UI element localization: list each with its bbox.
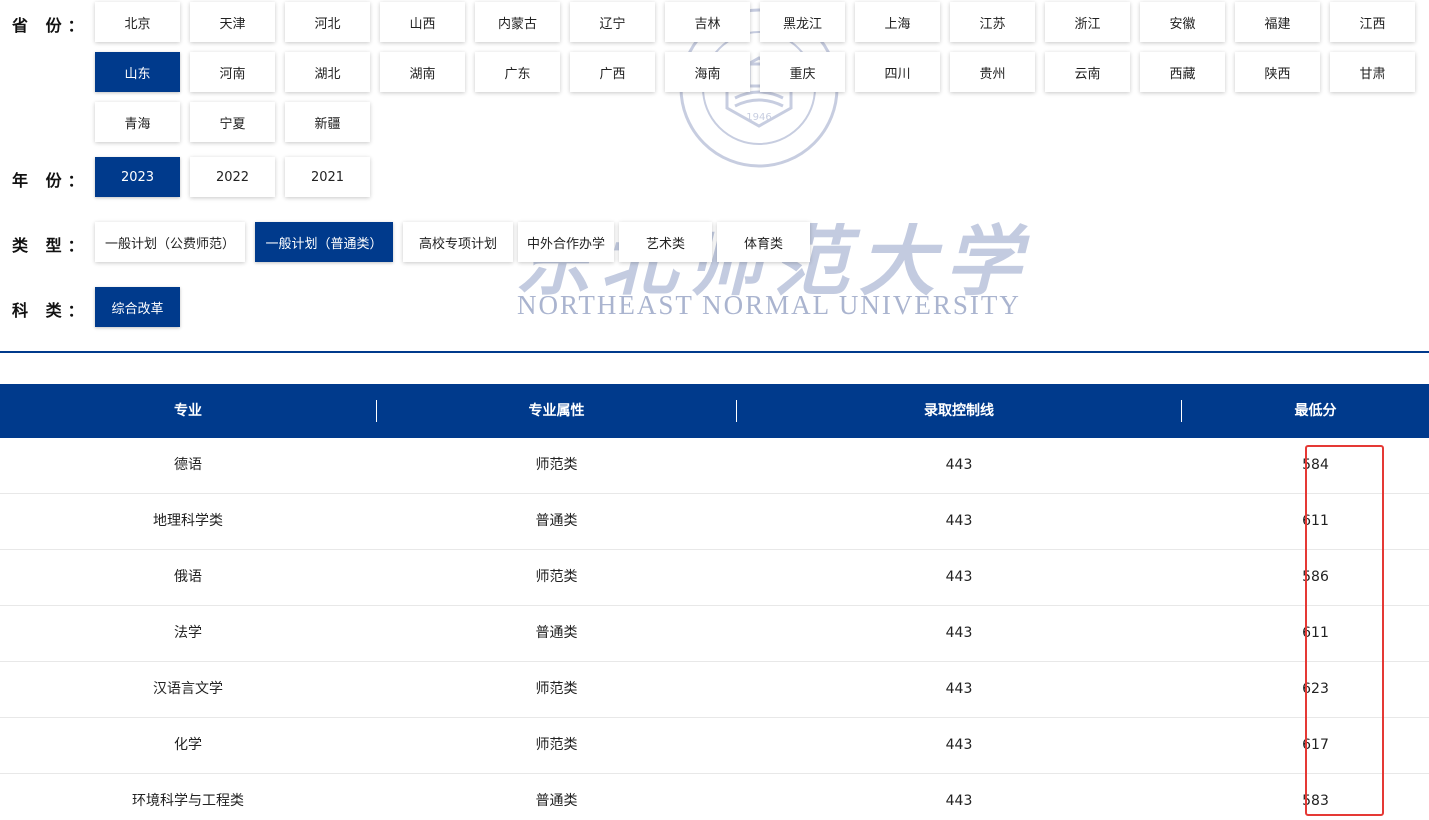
cell-major: 环境科学与工程类	[132, 793, 244, 809]
year-option[interactable]: 2022	[190, 157, 275, 197]
province-option[interactable]: 河南	[190, 52, 275, 92]
cell-major-attribute: 普通类	[535, 793, 578, 809]
cell-major-attribute: 师范类	[535, 681, 578, 697]
cell-major-attribute: 师范类	[535, 737, 578, 753]
province-option[interactable]: 宁夏	[190, 102, 275, 142]
year-label: 年 份：	[12, 171, 90, 190]
header-major: 专业	[174, 403, 202, 419]
table-row: 汉语言文学 师范类 443 623	[0, 662, 1429, 718]
table-header: 专业 专业属性 录取控制线 最低分	[0, 384, 1429, 438]
category-label: 科 类：	[12, 301, 90, 320]
province-option[interactable]: 江西	[1330, 2, 1415, 42]
type-label: 类 型：	[12, 236, 90, 255]
province-option[interactable]: 黑龙江	[760, 2, 845, 42]
province-option[interactable]: 云南	[1045, 52, 1130, 92]
cell-control-line: 443	[945, 737, 973, 753]
year-option[interactable]: 2021	[285, 157, 370, 197]
province-option[interactable]: 天津	[190, 2, 275, 42]
cell-major: 地理科学类	[153, 513, 223, 529]
table-row: 俄语 师范类 443 586	[0, 550, 1429, 606]
cell-major-attribute: 师范类	[535, 457, 578, 473]
cell-control-line: 443	[945, 513, 973, 529]
province-option[interactable]: 湖南	[380, 52, 465, 92]
admission-scores-page: 1946 东北师范大学 NORTHEAST NORMAL UNIVERSITY …	[0, 0, 1429, 820]
cell-control-line: 443	[945, 625, 973, 641]
province-option[interactable]: 江苏	[950, 2, 1035, 42]
province-option[interactable]: 青海	[95, 102, 180, 142]
cell-major: 俄语	[174, 569, 202, 585]
cell-major: 化学	[174, 737, 202, 753]
type-option[interactable]: 体育类	[717, 222, 810, 262]
cell-major-attribute: 师范类	[535, 569, 578, 585]
province-option[interactable]: 贵州	[950, 52, 1035, 92]
province-option[interactable]: 广西	[570, 52, 655, 92]
scores-table: 专业 专业属性 录取控制线 最低分 德语 师范类 443 584 地理科学类 普通类 443…	[0, 384, 1429, 820]
table-row: 环境科学与工程类 普通类 443 583	[0, 774, 1429, 820]
province-option[interactable]: 北京	[95, 2, 180, 42]
province-option[interactable]: 福建	[1235, 2, 1320, 42]
province-option[interactable]: 甘肃	[1330, 52, 1415, 92]
table-row: 法学 普通类 443 611	[0, 606, 1429, 662]
cell-major-attribute: 普通类	[535, 625, 578, 641]
cell-major-attribute: 普通类	[535, 513, 578, 529]
province-option[interactable]: 陕西	[1235, 52, 1320, 92]
year-option[interactable]: 2023	[95, 157, 180, 197]
cell-major: 德语	[174, 457, 202, 473]
province-option[interactable]: 海南	[665, 52, 750, 92]
type-option[interactable]: 一般计划（普通类）	[255, 222, 393, 262]
table-row: 德语 师范类 443 584	[0, 438, 1429, 494]
type-option[interactable]: 一般计划（公费师范）	[95, 222, 245, 262]
type-option[interactable]: 艺术类	[619, 222, 712, 262]
province-option[interactable]: 山西	[380, 2, 465, 42]
province-option[interactable]: 西藏	[1140, 52, 1225, 92]
province-option[interactable]: 上海	[855, 2, 940, 42]
header-control-line: 录取控制线	[924, 403, 994, 419]
province-option[interactable]: 浙江	[1045, 2, 1130, 42]
province-option[interactable]: 新疆	[285, 102, 370, 142]
cell-control-line: 443	[945, 793, 973, 809]
province-option[interactable]: 辽宁	[570, 2, 655, 42]
header-major-attribute: 专业属性	[528, 403, 585, 419]
header-min-score: 最低分	[1294, 403, 1337, 419]
section-divider	[0, 351, 1429, 353]
province-label: 省 份：	[12, 16, 90, 35]
type-option[interactable]: 高校专项计划	[403, 222, 513, 262]
min-score-highlight-box	[1305, 445, 1384, 816]
province-option[interactable]: 重庆	[760, 52, 845, 92]
cell-control-line: 443	[945, 457, 973, 473]
province-option[interactable]: 四川	[855, 52, 940, 92]
province-option[interactable]: 山东	[95, 52, 180, 92]
table-body: 德语 师范类 443 584 地理科学类 普通类 443 611 俄语 师范类 443 586 法学 普通…	[0, 438, 1429, 820]
cell-major: 法学	[174, 625, 202, 641]
category-option[interactable]: 综合改革	[95, 287, 180, 327]
type-option[interactable]: 中外合作办学	[518, 222, 614, 262]
province-option[interactable]: 内蒙古	[475, 2, 560, 42]
cell-control-line: 443	[945, 681, 973, 697]
cell-major: 汉语言文学	[153, 681, 223, 697]
province-option[interactable]: 广东	[475, 52, 560, 92]
table-row: 化学 师范类 443 617	[0, 718, 1429, 774]
table-row: 地理科学类 普通类 443 611	[0, 494, 1429, 550]
province-option[interactable]: 河北	[285, 2, 370, 42]
cell-control-line: 443	[945, 569, 973, 585]
province-option[interactable]: 吉林	[665, 2, 750, 42]
province-option[interactable]: 湖北	[285, 52, 370, 92]
province-option[interactable]: 安徽	[1140, 2, 1225, 42]
filter-panel: 省 份： 北京 天津 河北 山西 内蒙古 辽宁 吉林 黑龙江 上海 江苏 浙江 安徽 福建 江西 山东 河南湖…	[0, 0, 1429, 352]
